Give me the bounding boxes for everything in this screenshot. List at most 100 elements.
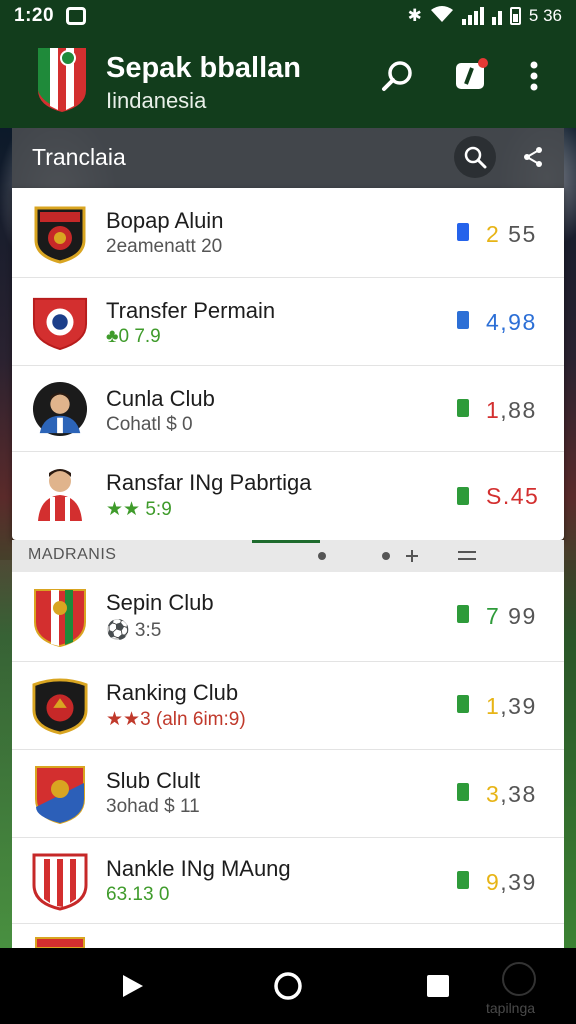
- battery-label: 5 36: [528, 6, 562, 25]
- more-icon: [530, 61, 538, 91]
- recents-icon: [427, 975, 449, 997]
- row-value: 4,98: [486, 309, 537, 336]
- club-crest-icon: [32, 201, 88, 265]
- row-value-lead: 4,98: [486, 309, 537, 335]
- row-value-lead: 1: [486, 693, 501, 719]
- status-indicators: ✱ 5 36: [408, 5, 562, 28]
- more-options-button[interactable]: [512, 54, 556, 98]
- list-item[interactable]: Sepin Club ⚽ 3:5 7 99: [12, 572, 564, 662]
- search-icon: [382, 61, 412, 91]
- back-icon: [123, 975, 143, 997]
- list-item[interactable]: Ransfar INg Pabrtiga ★★ 5:9 S.45: [12, 452, 564, 540]
- row-value-lead: 2: [486, 221, 501, 247]
- list-item[interactable]: Slub Clult 3ohad $ 11 3,38: [12, 750, 564, 838]
- row-value-rest: 99: [500, 603, 537, 629]
- list-item[interactable]: Nankle INg MAung 63.13 0 9,39: [12, 838, 564, 924]
- share-button[interactable]: [514, 138, 552, 176]
- row-subtitle: ⚽ 3:5: [106, 620, 162, 641]
- row-indicator: [457, 871, 469, 889]
- notification-button[interactable]: [448, 54, 492, 98]
- app-title: Sepak bballan: [106, 52, 302, 84]
- soccer-ball-icon[interactable]: [502, 962, 536, 996]
- notification-badge: [478, 58, 488, 68]
- app-notification-icon: [66, 7, 87, 25]
- row-value: 7 99: [486, 603, 537, 630]
- dot-icon[interactable]: [378, 548, 394, 564]
- row-indicator: [457, 311, 469, 329]
- back-button[interactable]: [112, 966, 152, 1006]
- row-indicator: [457, 399, 469, 417]
- list-item-partial[interactable]: [12, 924, 564, 948]
- tab-indicator: [252, 540, 320, 543]
- bluetooth-icon: ✱: [407, 6, 422, 25]
- list-item[interactable]: Ranking Club ★★3 (aln 6im:9) 1,39: [12, 662, 564, 750]
- wifi-icon: [430, 5, 454, 28]
- add-icon[interactable]: [404, 548, 420, 564]
- club-crest-icon: [32, 762, 88, 826]
- filter-strip: MADRANIS: [12, 540, 564, 572]
- player-avatar: [32, 462, 88, 526]
- row-title: Cunla Club: [106, 386, 215, 411]
- club-crest-icon: [32, 585, 88, 649]
- row-value-rest: ,38: [500, 781, 537, 807]
- row-subtitle: 2eamenatt 20: [106, 236, 223, 257]
- search-icon: [464, 146, 487, 169]
- row-value: 2 55: [486, 221, 537, 248]
- row-value-lead: S.45: [486, 483, 540, 509]
- row-indicator: [457, 487, 469, 505]
- row-indicator: [457, 223, 469, 241]
- club-crest-icon: [32, 674, 88, 738]
- signal-icon: [461, 7, 484, 25]
- row-subtitle: ★★ 5:9: [106, 499, 172, 520]
- row-title: Slub Clult: [106, 768, 201, 793]
- row-value-rest: ,88: [500, 397, 537, 423]
- row-subtitle: 63.13 0: [106, 884, 170, 905]
- dot-icon[interactable]: [314, 548, 330, 564]
- system-nav-bar: tapilnga: [0, 948, 576, 1024]
- battery-icon: [509, 7, 521, 25]
- row-indicator: [457, 605, 469, 623]
- app-subtitle: Iindanesia: [106, 88, 207, 113]
- status-bar: 1:20 ✱ 5 36: [0, 0, 576, 32]
- status-time: 1:20: [14, 5, 55, 26]
- row-value: 1,39: [486, 693, 537, 720]
- row-value: 1,88: [486, 397, 537, 424]
- sort-icon[interactable]: [456, 548, 478, 564]
- row-value-lead: 1: [486, 397, 501, 423]
- club-ranking-card: Sepin Club ⚽ 3:5 7 99 Ranking Club ★★3 (…: [12, 572, 564, 948]
- signal-secondary-icon: [491, 7, 502, 25]
- row-value: 3,38: [486, 781, 537, 808]
- row-value-lead: 9: [486, 869, 501, 895]
- row-title: Bopap Aluin: [106, 208, 224, 233]
- section-title: Tranclaia: [32, 144, 126, 170]
- row-indicator: [457, 783, 469, 801]
- row-value: S.45: [486, 483, 539, 510]
- section-search-button[interactable]: [454, 136, 496, 178]
- home-icon: [274, 972, 302, 1000]
- row-value: 9,39: [486, 869, 537, 896]
- list-item[interactable]: Cunla Club Cohatl $ 0 1,88: [12, 366, 564, 452]
- row-subtitle: ★★3 (aln 6im:9): [106, 709, 246, 730]
- app-bar: Sepak bballan Iindanesia: [0, 32, 576, 128]
- app-logo-icon: [38, 48, 86, 112]
- row-title: Sepin Club: [106, 590, 214, 615]
- club-crest-icon: [32, 290, 88, 354]
- filter-label: MADRANIS: [28, 546, 117, 563]
- row-value-lead: 7: [486, 603, 501, 629]
- player-avatar: [32, 377, 88, 441]
- share-icon: [524, 147, 542, 167]
- row-value-lead: 3: [486, 781, 501, 807]
- club-crest-icon: [32, 934, 88, 948]
- home-button[interactable]: [268, 966, 308, 1006]
- row-title: Nankle INg MAung: [106, 856, 291, 881]
- recents-button[interactable]: [418, 966, 458, 1006]
- search-button[interactable]: [376, 54, 420, 98]
- list-item[interactable]: Bopap Aluin 2eamenatt 20 2 55: [12, 188, 564, 278]
- list-item[interactable]: Transfer Permain ♣0 7.9 4,98: [12, 278, 564, 366]
- row-subtitle: Cohatl $ 0: [106, 414, 193, 435]
- row-subtitle: 3ohad $ 11: [106, 796, 200, 817]
- row-indicator: [457, 695, 469, 713]
- row-value-rest: ,39: [500, 869, 537, 895]
- section-header: Tranclaia: [12, 128, 564, 188]
- row-subtitle: ♣0 7.9: [106, 326, 161, 347]
